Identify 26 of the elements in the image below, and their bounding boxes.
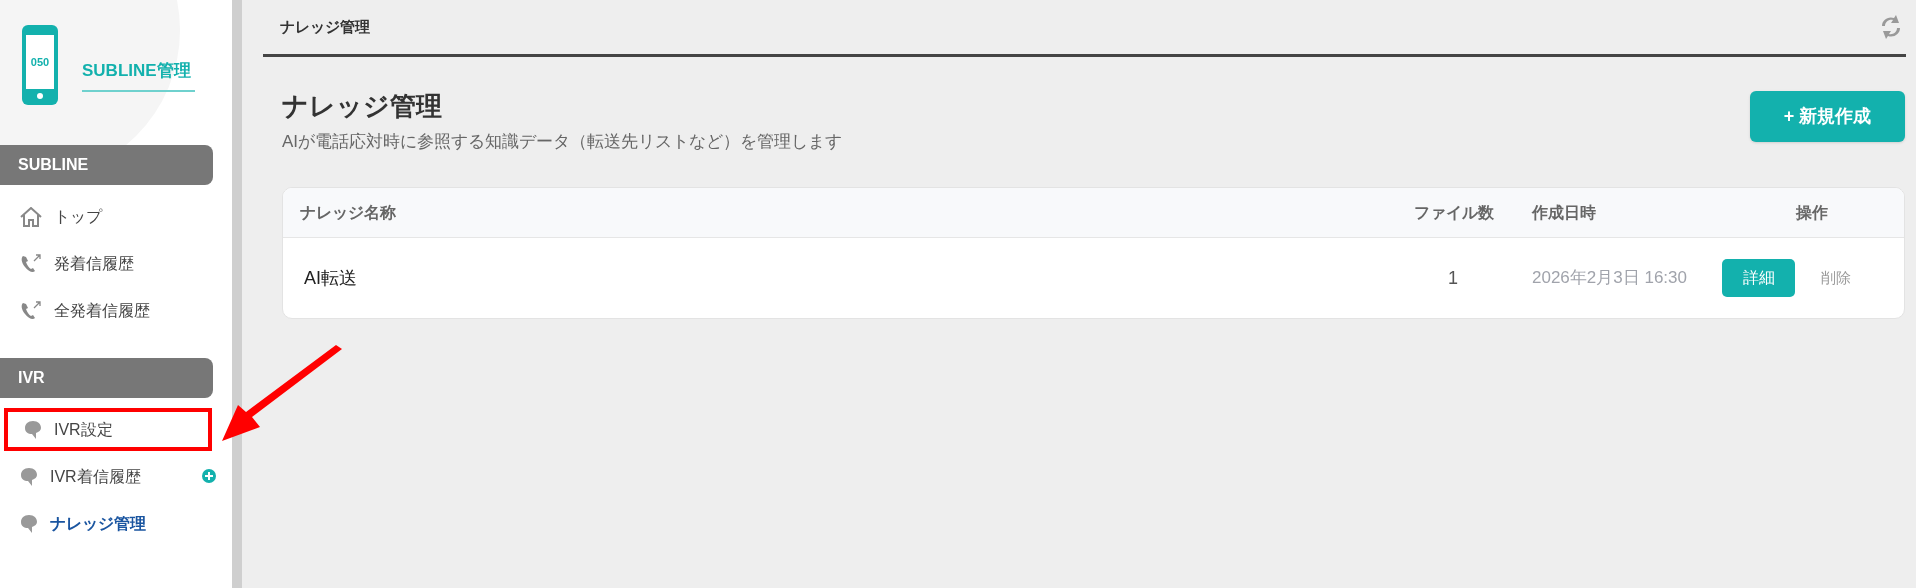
table-cell-text: 1 <box>1447 266 1459 290</box>
app-title: SUBLINE管理 <box>82 61 191 80</box>
speech-bubble-icon <box>20 466 38 487</box>
nav-item[interactable]: 全発着信履歴 <box>4 289 212 332</box>
column-header: 操作 <box>1794 202 1829 223</box>
nav-item[interactable]: ナレッジ管理 <box>4 502 212 545</box>
section-header: IVR <box>0 358 213 398</box>
page-subtitle: AIが電話応対時に参照する知識データ（転送先リストなど）を管理します <box>282 130 843 153</box>
nav-item[interactable]: IVR着信履歴 <box>4 455 212 498</box>
speech-bubble-icon <box>24 419 42 440</box>
logo-number: 050 <box>30 54 50 70</box>
page-title: ナレッジ管理 <box>282 90 443 123</box>
nav-item[interactable]: トップ <box>4 195 212 238</box>
nav-item[interactable]: IVR設定 <box>4 408 212 451</box>
table-cell-text: AI転送 <box>303 266 358 290</box>
column-header: 作成日時 <box>1530 202 1597 223</box>
column-header: ファイル数 <box>1413 202 1494 223</box>
table-cell-text: 2026年2月3日 16:30 <box>1531 267 1688 290</box>
speech-bubble-icon <box>20 513 38 534</box>
phone-icon <box>20 253 42 274</box>
home-icon <box>20 206 42 227</box>
header-title: ナレッジ管理 <box>280 16 370 37</box>
nav-item[interactable]: 発着信履歴 <box>4 242 212 285</box>
phone-icon <box>20 300 42 321</box>
section-header: SUBLINE <box>0 145 213 185</box>
column-header: ナレッジ名称 <box>299 202 397 223</box>
